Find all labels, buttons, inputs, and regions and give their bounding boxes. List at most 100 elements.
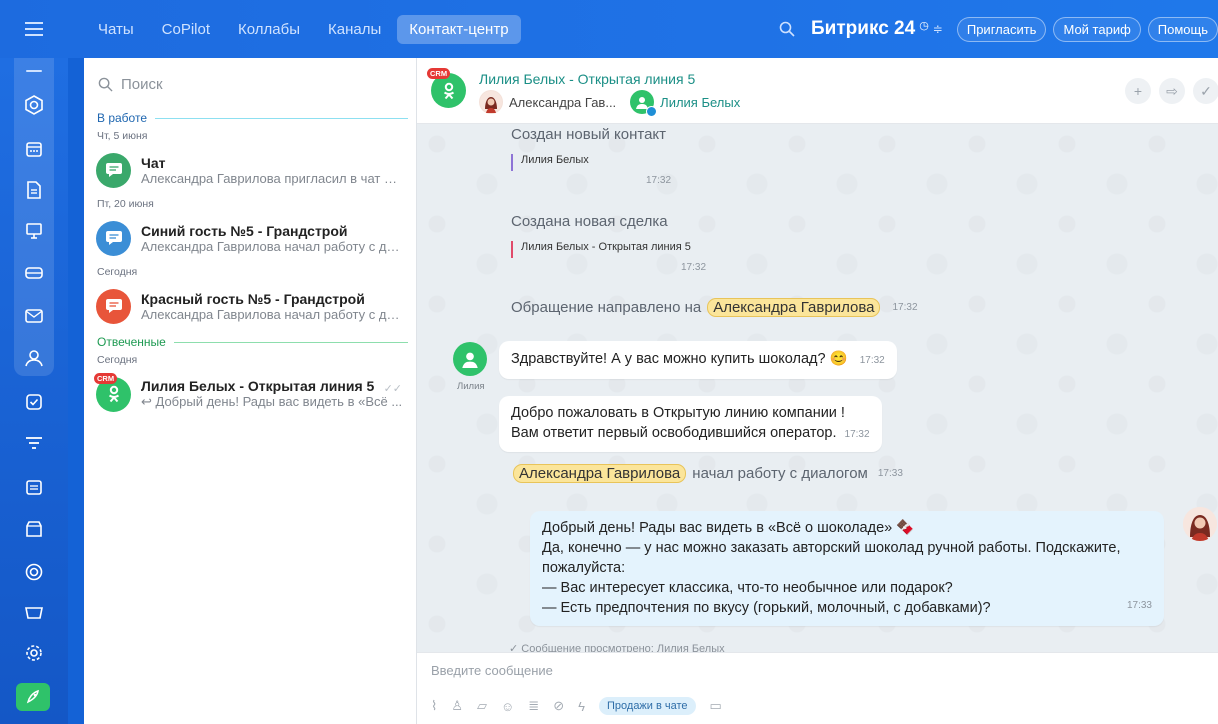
chat-list-item-active[interactable]: CRM Лилия Белых - Открытая линия 5 ↩ Доб… — [84, 370, 416, 418]
brand-logo[interactable]: Битрикс 24 ◷ ≑ — [811, 18, 943, 40]
message-text: Да, конечно — у нас можно заказать автор… — [542, 540, 1121, 556]
contacts-icon[interactable] — [22, 346, 46, 370]
chat-header-actions: + ⇨ ✓ — [1125, 78, 1218, 104]
event-title: Создан новый контакт — [511, 126, 667, 143]
chat-preview: Александра Гаврилова пригласил в чат Ел.… — [141, 170, 403, 186]
chat-avatar — [96, 152, 131, 188]
operator-mention[interactable]: Александра Гаврилова — [513, 464, 687, 483]
store-icon[interactable] — [22, 517, 46, 541]
chat-preview: Александра Гаврилова начал работу с ди..… — [141, 238, 403, 254]
drive-icon[interactable] — [22, 261, 46, 285]
message-input[interactable]: Введите сообщение — [431, 663, 553, 678]
message-time: 17:33 — [1126, 600, 1152, 611]
add-icon[interactable]: + — [1125, 78, 1151, 104]
form-icon[interactable]: ▱ — [477, 698, 487, 714]
chat-members: Александра Гав... Лилия Белых — [479, 90, 740, 117]
section-answered: Отвеченные — [84, 334, 416, 350]
search-icon — [98, 77, 113, 92]
chat-list-item[interactable]: Синий гость №5 - Грандстрой Александра Г… — [84, 214, 416, 262]
chat-title[interactable]: Лилия Белых - Открытая линия 5 — [479, 71, 695, 87]
viewed-status: ✓ Сообщение просмотрено: Лилия Белых — [509, 643, 725, 652]
contact-name: Лилия Белых — [521, 154, 589, 166]
contact-icon[interactable]: ♙ — [451, 698, 463, 714]
search-box[interactable]: Поиск — [84, 58, 416, 110]
section-in-work-label: В работе — [97, 111, 148, 125]
chat-list-item[interactable]: Чат Александра Гаврилова пригласил в чат… — [84, 146, 416, 194]
routed-event: Обращение направлено на Александра Гаври… — [511, 298, 918, 317]
message-time: 17:32 — [844, 429, 870, 440]
chat-title: Красный гость №5 - Грандстрой — [141, 290, 365, 307]
section-divider — [173, 341, 408, 343]
message-time: 17:32 — [646, 175, 672, 186]
hidden-message-icon[interactable]: ⊘ — [553, 698, 564, 714]
calendar-icon[interactable] — [22, 137, 46, 161]
help-button[interactable]: Помощь — [1147, 16, 1218, 42]
message-text: Вам ответит первый освободившийся операт… — [511, 425, 837, 441]
chat-preview: Александра Гаврилова начал работу с ди..… — [141, 306, 403, 322]
event-bar — [511, 154, 513, 171]
tab-collabs[interactable]: Коллабы — [226, 15, 312, 44]
message-text: Добрый день! Рады вас видеть в «Всё о шо… — [542, 520, 915, 536]
chat-title: Лилия Белых - Открытая линия 5 — [141, 378, 375, 394]
operator-mention[interactable]: Александра Гаврилова — [707, 298, 881, 317]
chat-header-avatar[interactable]: CRM — [427, 68, 466, 108]
hamburger-menu-icon[interactable] — [0, 0, 68, 58]
message-time: 17:32 — [681, 262, 707, 273]
channel-badge-icon — [646, 106, 658, 117]
cart-icon[interactable] — [22, 601, 46, 625]
mail-icon[interactable] — [22, 304, 46, 328]
search-icon[interactable] — [779, 21, 795, 37]
gear-icon[interactable] — [22, 641, 46, 665]
hexagon-icon[interactable] — [22, 93, 46, 117]
bot-message[interactable]: Добро пожаловать в Открытую линию компан… — [499, 396, 882, 452]
read-check-icon: ✓✓ — [383, 383, 402, 395]
section-in-work: В работе — [84, 110, 416, 126]
messages-area: Создан новый контакт Лилия Белых 17:32 С… — [417, 124, 1218, 652]
chat-bubble-icon — [105, 299, 122, 313]
forward-icon[interactable]: ⇨ — [1159, 78, 1185, 104]
sales-in-chat-button[interactable]: Продажи в чате — [599, 697, 696, 715]
top-right-controls: Битрикс 24 ◷ ≑ Пригласить Мой тариф Помо… — [779, 0, 1218, 58]
message-time: 17:33 — [877, 468, 903, 479]
operator-avatar[interactable] — [479, 90, 503, 114]
target-icon[interactable] — [22, 560, 46, 584]
operator-avatar[interactable] — [1183, 507, 1217, 541]
tab-chats[interactable]: Чаты — [86, 15, 146, 44]
started-text: начал работу с диалогом — [692, 465, 868, 482]
document-icon[interactable] — [22, 178, 46, 202]
rocket-icon[interactable] — [16, 683, 50, 711]
member-name: Александра Гав... — [509, 94, 617, 110]
invite-button[interactable]: Пригласить — [956, 16, 1047, 42]
event-card[interactable]: Лилия Белых — [511, 154, 589, 171]
tab-copilot[interactable]: CoPilot — [150, 15, 222, 44]
window-icon[interactable]: ▭ — [710, 698, 722, 714]
message-time: 17:32 — [859, 355, 885, 366]
chat-header: CRM Лилия Белых - Открытая линия 5 Алекс… — [417, 58, 1218, 124]
composer: Введите сообщение ⌇ ♙ ▱ ☺ ≣ ⊘ ϟ Продажи … — [417, 652, 1218, 724]
template-icon[interactable]: ≣ — [528, 698, 539, 714]
emoji-icon[interactable]: ☺ — [501, 699, 514, 714]
chat-title: Синий гость №5 - Грандстрой — [141, 222, 348, 239]
schedule-icon[interactable] — [22, 475, 46, 499]
tab-channels[interactable]: Каналы — [316, 15, 393, 44]
operator-message[interactable]: Добрый день! Рады вас видеть в «Всё о шо… — [530, 511, 1164, 626]
tab-contact-center[interactable]: Контакт-центр — [397, 14, 521, 44]
lightning-icon[interactable]: ϟ — [578, 699, 585, 714]
presentation-icon[interactable] — [22, 219, 46, 243]
sender-name: Лилия — [457, 381, 485, 392]
clock-icon: ◷ — [919, 19, 929, 32]
tasks-checkbox-icon[interactable] — [22, 390, 46, 414]
settings-sliders-icon[interactable]: ≑ — [933, 22, 943, 36]
finish-dialog-icon[interactable]: ✓ — [1193, 78, 1218, 104]
client-avatar[interactable] — [630, 90, 658, 117]
funnel-icon[interactable] — [22, 432, 46, 456]
my-plan-button[interactable]: Мой тариф — [1053, 16, 1141, 42]
brand-name: Битрикс 24 — [811, 18, 916, 39]
odnoklassniki-icon — [443, 82, 454, 99]
client-avatar[interactable] — [453, 342, 487, 376]
chat-list-item[interactable]: Красный гость №5 - Грандстрой Александра… — [84, 282, 416, 330]
event-card[interactable]: Лилия Белых - Открытая линия 5 — [511, 241, 691, 258]
attach-icon[interactable]: ⌇ — [431, 698, 437, 714]
client-message[interactable]: Здравствуйте! А у вас можно купить шокол… — [499, 341, 897, 379]
search-input[interactable]: Поиск — [121, 76, 163, 93]
